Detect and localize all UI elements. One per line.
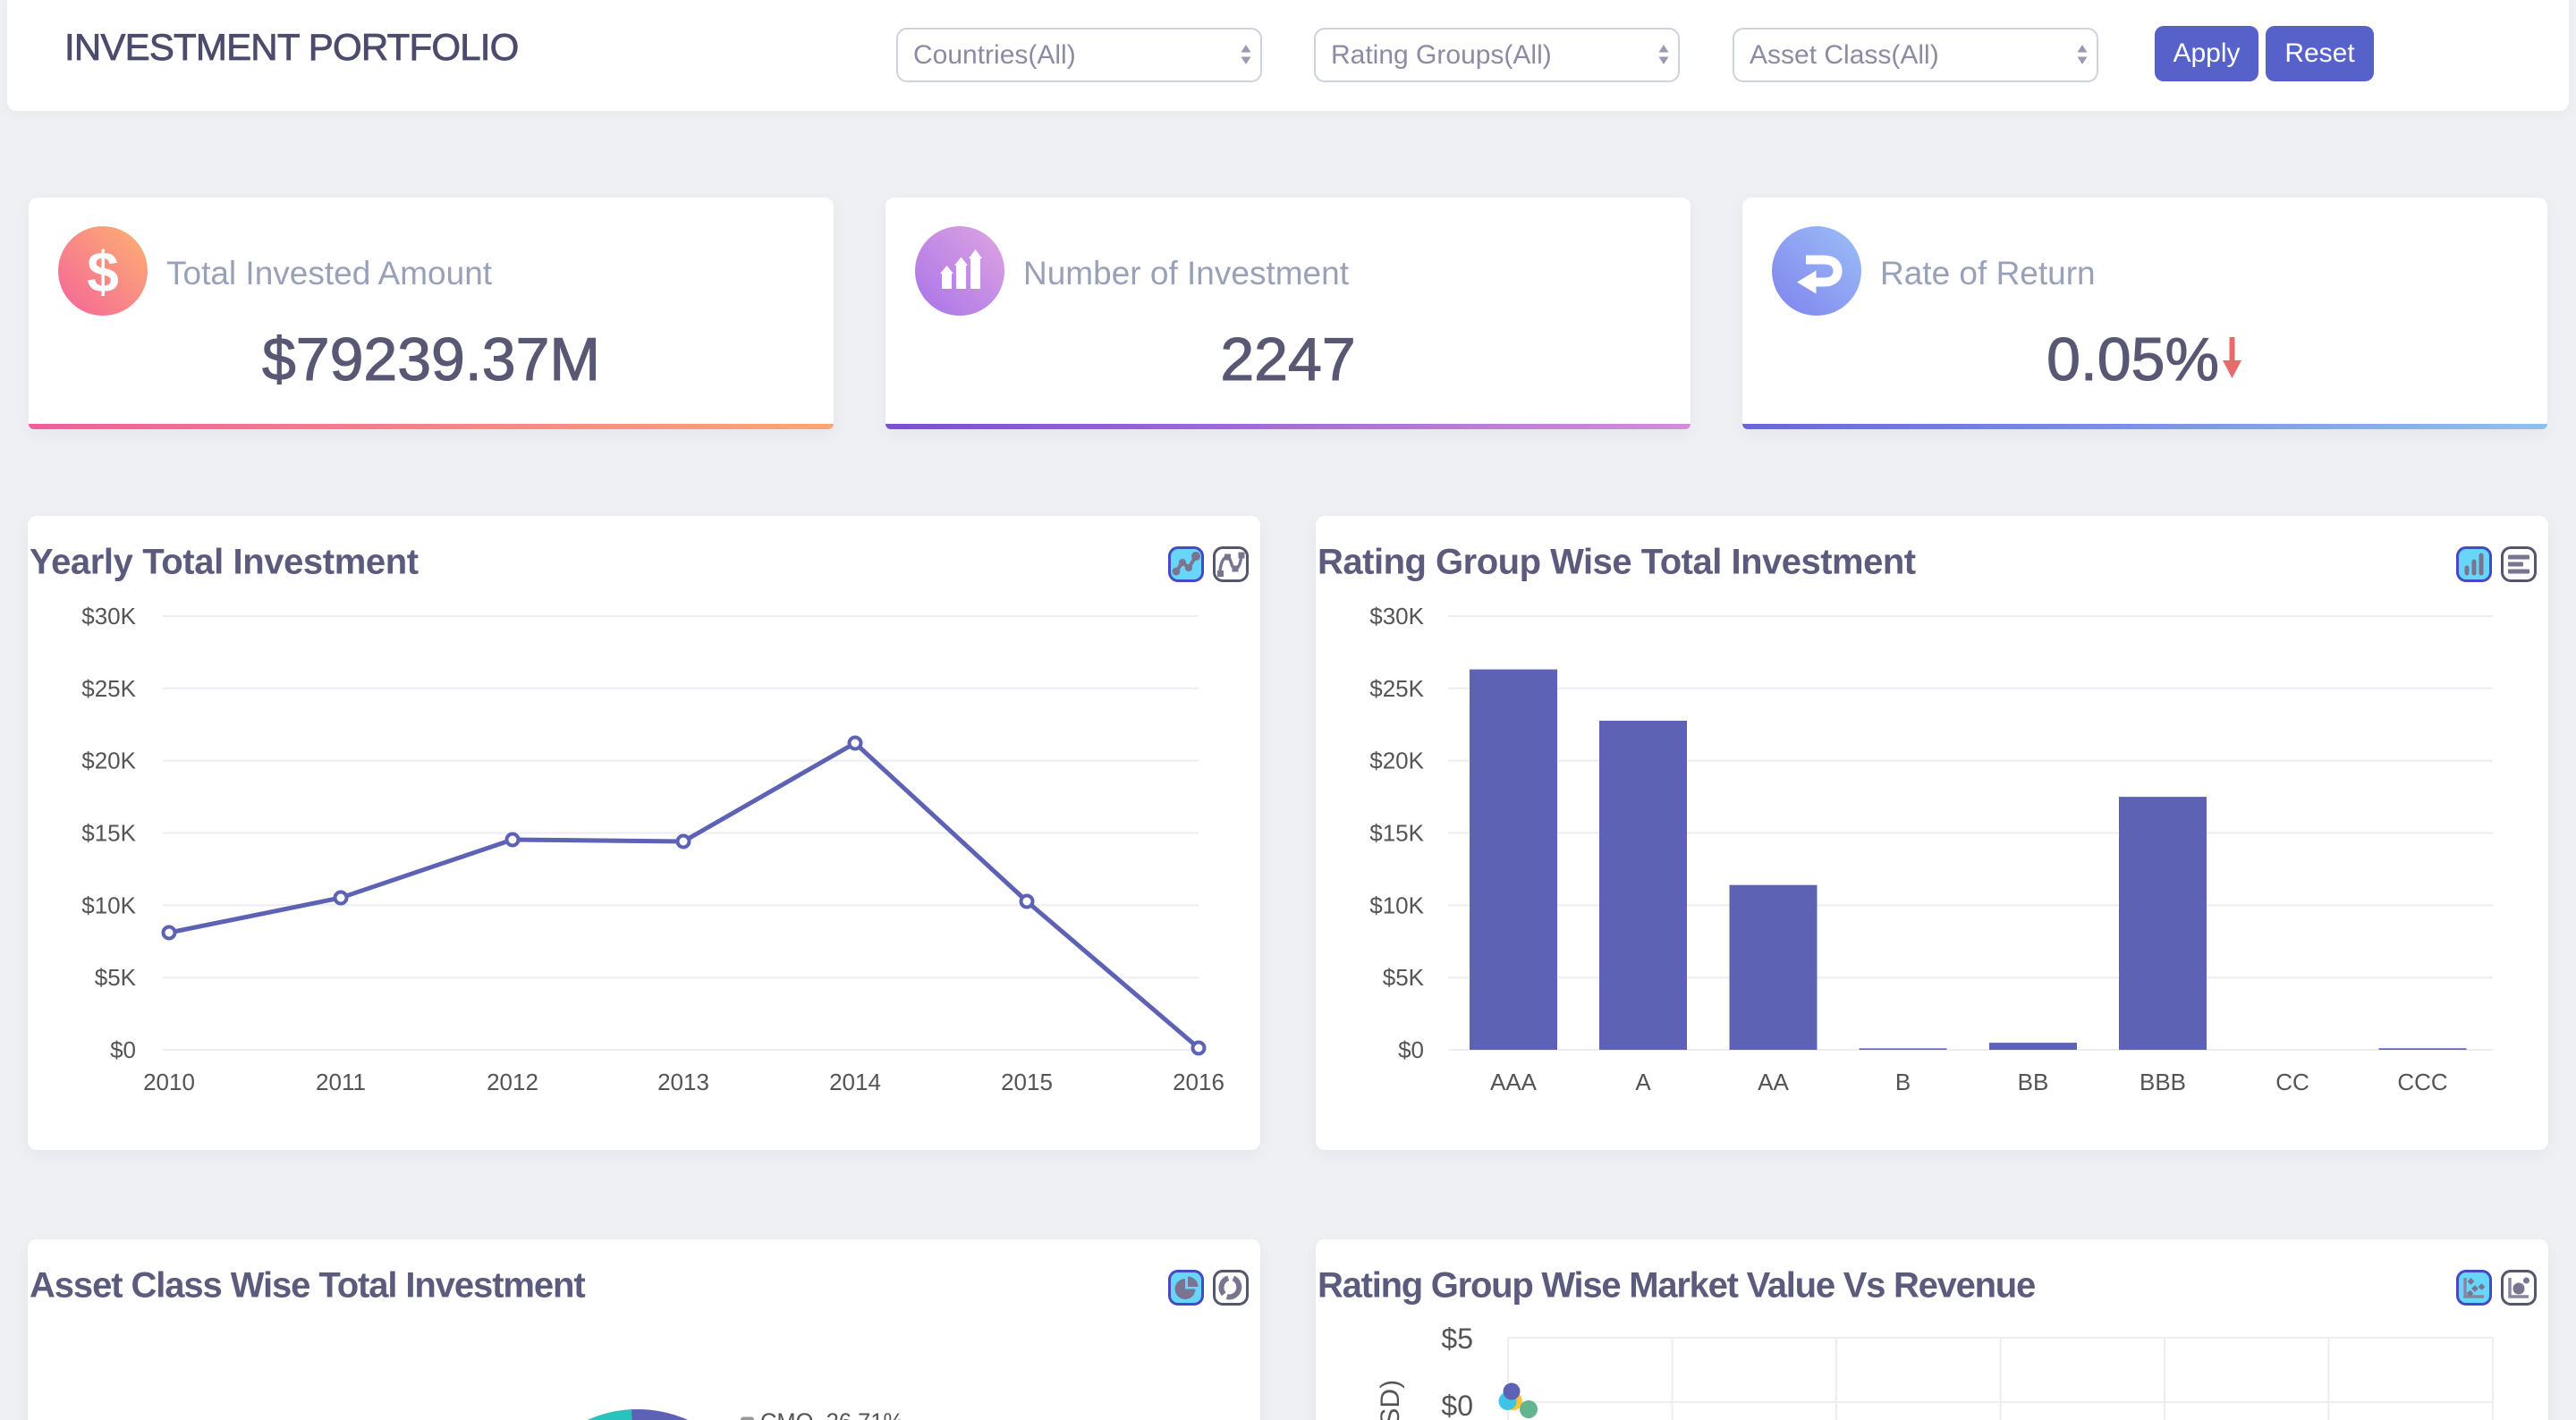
svg-text:AA: AA	[1758, 1069, 1789, 1095]
svg-text:2013: 2013	[657, 1069, 709, 1095]
svg-text:AAA: AAA	[1490, 1069, 1538, 1095]
svg-text:CMO, 26.71%: CMO, 26.71%	[760, 1410, 903, 1420]
svg-text:CCC: CCC	[2397, 1069, 2447, 1095]
svg-text:2010: 2010	[143, 1069, 195, 1095]
svg-text:$: $	[87, 240, 119, 304]
svg-text:B: B	[1895, 1069, 1911, 1095]
svg-text:$5K: $5K	[95, 964, 137, 991]
svg-text:$30K: $30K	[81, 603, 136, 630]
svg-text:$15K: $15K	[81, 820, 136, 847]
svg-text:CC: CC	[2275, 1069, 2309, 1095]
svg-text:$25K: $25K	[1369, 675, 1424, 702]
svg-text:$5: $5	[1441, 1323, 1473, 1355]
svg-text:2011: 2011	[316, 1069, 366, 1095]
svg-text:$10K: $10K	[81, 892, 136, 918]
svg-text:$0: $0	[1441, 1390, 1473, 1420]
svg-text:A: A	[1635, 1069, 1651, 1095]
svg-text:$25K: $25K	[81, 675, 136, 702]
svg-text:2012: 2012	[487, 1069, 538, 1095]
svg-text:$0: $0	[1398, 1036, 1424, 1063]
svg-text:$30K: $30K	[1369, 603, 1424, 630]
svg-text:$15K: $15K	[1369, 820, 1424, 847]
svg-text:2016: 2016	[1173, 1069, 1224, 1095]
svg-text:$5K: $5K	[1383, 964, 1425, 991]
svg-text:BBB: BBB	[2140, 1069, 2186, 1095]
svg-text:$20K: $20K	[1369, 748, 1424, 774]
svg-text:2014: 2014	[829, 1069, 881, 1095]
svg-text:$10K: $10K	[1369, 892, 1424, 918]
svg-text:BB: BB	[2018, 1069, 2049, 1095]
svg-text:$20K: $20K	[81, 748, 136, 774]
svg-text:$0: $0	[110, 1036, 136, 1063]
svg-text:Market Value (USD): Market Value (USD)	[1376, 1380, 1405, 1420]
svg-text:2015: 2015	[1001, 1069, 1053, 1095]
